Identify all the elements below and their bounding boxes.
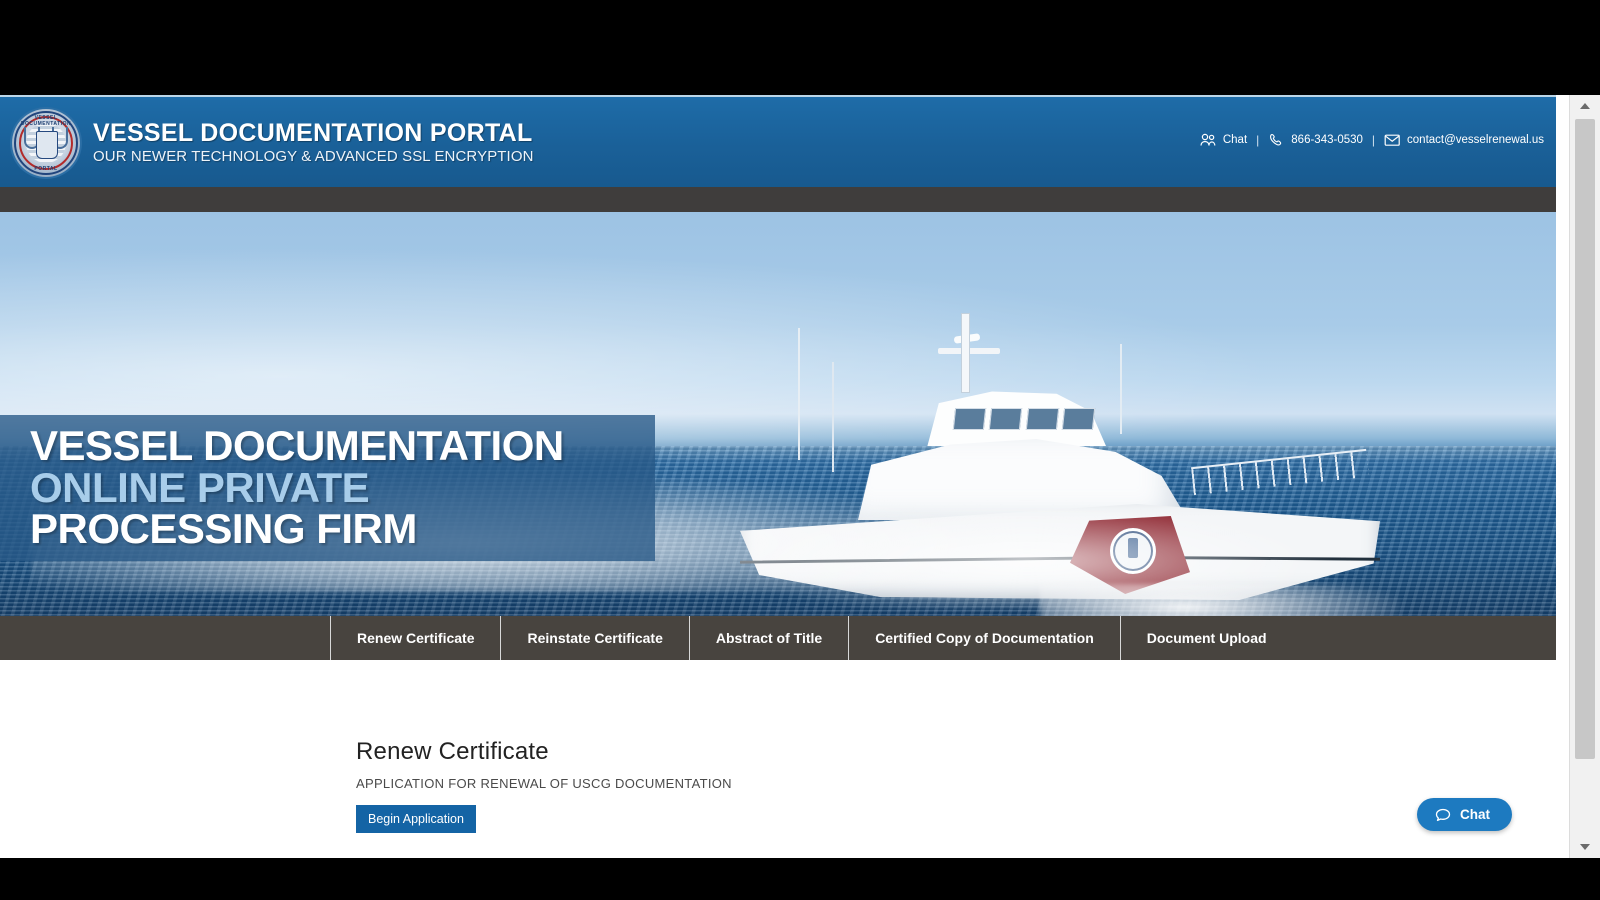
chevron-down-icon [1580, 844, 1590, 850]
page-subtitle: APPLICATION FOR RENEWAL OF USCG DOCUMENT… [356, 776, 732, 791]
seal-top-text: VESSEL DOCUMENTATION [20, 115, 72, 127]
header-phone-number: 866-343-0530 [1291, 134, 1363, 146]
boat-antenna-c [1120, 344, 1122, 434]
boat-antenna-a [798, 328, 800, 460]
vertical-scrollbar[interactable] [1569, 95, 1600, 858]
nav-label: Renew Certificate [357, 630, 475, 646]
header-chat-label: Chat [1222, 134, 1248, 146]
brand-subtitle: OUR NEWER TECHNOLOGY & ADVANCED SSL ENCR… [93, 148, 534, 166]
hero-caption-box: VESSEL DOCUMENTATION ONLINE PRIVATE PROC… [0, 415, 655, 561]
shield-icon [36, 131, 58, 159]
seal-bottom-text: PORTAL [34, 166, 58, 172]
envelope-icon [1384, 133, 1401, 147]
nav-item-document-upload[interactable]: Document Upload [1121, 616, 1293, 660]
header-dark-divider-bar [0, 187, 1556, 212]
hero-headline-line-3: PROCESSING FIRM [30, 505, 417, 553]
phone-icon [1268, 133, 1285, 147]
hero-headline-line-1: VESSEL DOCUMENTATION [30, 422, 564, 469]
header-contact-bar: Chat | 866-343-0530 | contact@vesselrene… [1200, 133, 1544, 147]
hero-spray-right [715, 502, 1339, 608]
scrollbar-thumb[interactable] [1575, 119, 1595, 759]
hero-headline-line-2: ONLINE PRIVATE [30, 463, 370, 511]
contact-separator-1: | [1256, 133, 1260, 147]
chat-widget-button[interactable]: Chat [1417, 798, 1512, 831]
brand-block: VESSEL DOCUMENTATION PORTAL OUR NEWER TE… [93, 119, 534, 166]
nav-label: Document Upload [1146, 630, 1267, 646]
brand-title: VESSEL DOCUMENTATION PORTAL [93, 119, 533, 147]
main-content-area: Renew Certificate APPLICATION FOR RENEWA… [0, 660, 1556, 858]
nav-item-abstract-of-title[interactable]: Abstract of Title [690, 616, 850, 660]
browser-viewport: VESSEL DOCUMENTATION PORTAL VESSEL DOCUM… [0, 95, 1570, 858]
nav-label: Reinstate Certificate [527, 630, 663, 646]
header-email-link[interactable]: contact@vesselrenewal.us [1384, 133, 1544, 147]
nav-item-reinstate-certificate[interactable]: Reinstate Certificate [501, 616, 690, 660]
nav-item-renew-certificate[interactable]: Renew Certificate [330, 616, 502, 660]
chat-widget-label: Chat [1460, 807, 1490, 822]
boat-antenna-b [832, 362, 834, 472]
begin-application-button[interactable]: Begin Application [356, 805, 476, 833]
boat-railing [1191, 448, 1369, 496]
site-header: VESSEL DOCUMENTATION PORTAL VESSEL DOCUM… [0, 95, 1556, 189]
people-chat-icon [1200, 133, 1217, 147]
chat-bubble-icon [1435, 808, 1452, 822]
nav-item-certified-copy[interactable]: Certified Copy of Documentation [849, 616, 1121, 660]
nav-label: Certified Copy of Documentation [875, 630, 1094, 646]
boat-mast [962, 314, 969, 392]
content-inner: Renew Certificate APPLICATION FOR RENEWA… [356, 738, 732, 833]
scrollbar-up-arrow-button[interactable] [1570, 95, 1600, 117]
page-title: Renew Certificate [356, 738, 549, 765]
portal-seal-logo[interactable]: VESSEL DOCUMENTATION PORTAL [12, 109, 80, 177]
header-chat-link[interactable]: Chat [1200, 133, 1247, 147]
header-email-address: contact@vesselrenewal.us [1407, 134, 1544, 146]
scrollbar-down-arrow-button[interactable] [1570, 836, 1600, 858]
chevron-up-icon [1580, 103, 1590, 109]
boat-windows [952, 408, 1096, 430]
boat-mast-arm [938, 348, 1000, 354]
hero-banner: VESSEL DOCUMENTATION ONLINE PRIVATE PROC… [0, 212, 1556, 616]
contact-separator-2: | [1371, 133, 1376, 147]
main-navigation-bar: Renew Certificate Reinstate Certificate … [0, 616, 1556, 660]
header-phone-link[interactable]: 866-343-0530 [1268, 133, 1363, 147]
nav-label: Abstract of Title [715, 630, 823, 646]
screenshot-root: VESSEL DOCUMENTATION PORTAL VESSEL DOCUM… [0, 0, 1600, 900]
